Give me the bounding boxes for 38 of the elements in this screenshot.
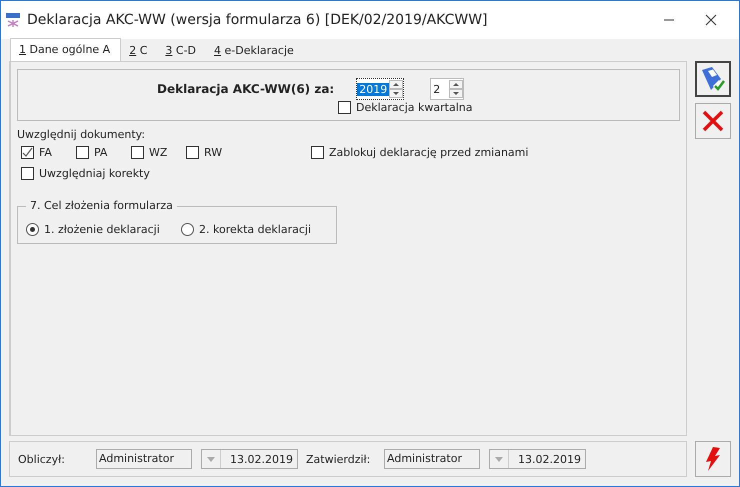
spin-arrows-icon[interactable] — [449, 80, 464, 98]
tab[interactable]: 2 C — [121, 41, 158, 61]
user-field[interactable]: Administrator — [384, 449, 480, 469]
checkbox[interactable]: RW — [186, 146, 241, 159]
app-icon — [5, 12, 21, 28]
spin-arrows-icon[interactable] — [389, 80, 404, 98]
field-label: Obliczył: — [18, 452, 66, 466]
checkbox[interactable]: FA — [21, 146, 76, 159]
floppy-disk-icon — [699, 65, 727, 93]
checkbox[interactable]: Zablokuj deklarację przed zmianami — [311, 146, 528, 159]
user-field[interactable]: Administrator — [96, 449, 192, 469]
cancel-button[interactable] — [695, 103, 731, 139]
year-spinner[interactable]: 2019 — [356, 78, 404, 100]
field-label: Zatwierdził: — [306, 452, 372, 466]
checkbox[interactable]: Deklaracja kwartalna — [338, 101, 679, 114]
close-icon — [701, 109, 725, 133]
radio-button[interactable] — [26, 223, 39, 236]
calculate-button[interactable] — [695, 441, 731, 477]
checkbox[interactable]: PA — [76, 146, 131, 159]
radio-label[interactable]: 1. złożenie deklaracji — [44, 223, 160, 236]
close-button[interactable] — [705, 14, 717, 26]
radio-label[interactable]: 2. korekta deklaracji — [199, 223, 312, 236]
save-button[interactable] — [695, 61, 731, 97]
tab[interactable]: 3 C-D — [157, 41, 206, 61]
checkmark-icon — [22, 147, 33, 158]
checkbox[interactable]: WZ — [131, 146, 186, 159]
radio-button[interactable] — [181, 223, 194, 236]
date-field[interactable]: 13.02.2019 — [489, 449, 586, 469]
checkbox[interactable]: Uwzględniaj korekty — [21, 167, 680, 180]
month-spinner[interactable]: 2 — [430, 78, 464, 100]
tab[interactable]: 4 e-Deklaracje — [206, 41, 304, 61]
group-title: 7. Cel złożenia formularza — [26, 199, 177, 212]
lightning-icon — [704, 446, 722, 472]
window-title: Deklaracja AKC-WW (wersja formularza 6) [DEK/02/2019/AKCWW] — [27, 12, 489, 28]
section-label: Uwzględnij dokumenty: — [17, 128, 146, 141]
declaration-title: Deklaracja AKC-WW(6) za: — [157, 82, 334, 96]
date-field[interactable]: 13.02.2019 — [201, 449, 298, 469]
tab[interactable]: 1 Dane ogólne A — [10, 38, 122, 61]
